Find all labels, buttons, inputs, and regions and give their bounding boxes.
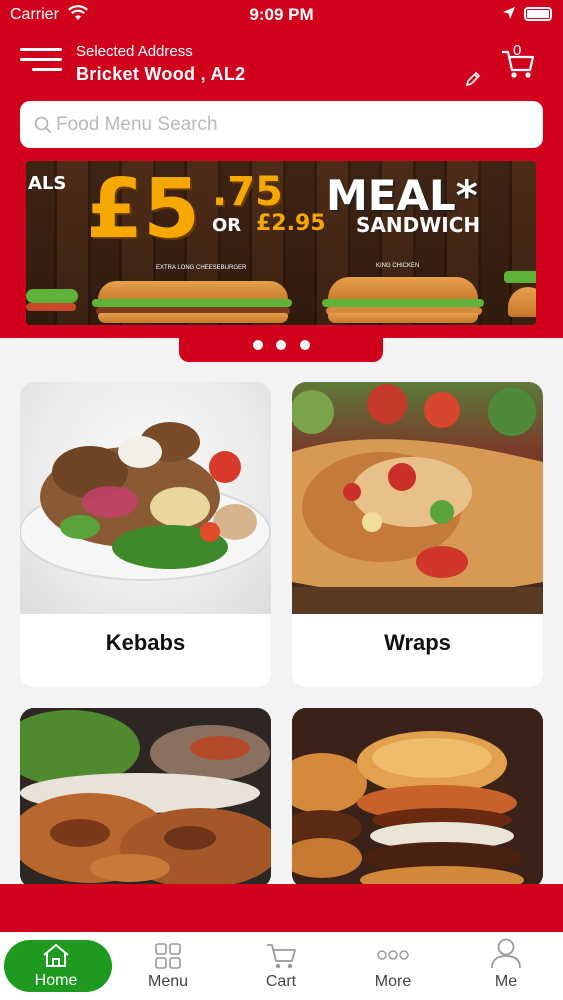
tab-label: More	[374, 973, 412, 990]
bottom-tab-bar: Home Menu Cart More Me	[0, 932, 563, 1000]
cart-count-badge: 0	[513, 42, 522, 59]
category-label: Kebabs	[105, 630, 186, 655]
banner-pager	[179, 330, 383, 362]
home-icon	[43, 943, 69, 967]
address-value[interactable]: Bricket Wood , AL2	[76, 64, 245, 85]
banner-left-text: ALS	[28, 173, 67, 194]
category-label: Wraps	[384, 630, 451, 655]
menu-hamburger-icon[interactable]	[20, 48, 62, 74]
pager-dot[interactable]	[253, 340, 263, 350]
tab-me[interactable]: Me	[450, 932, 562, 1000]
banner-or-text: OR	[212, 215, 242, 236]
banner-price-cents: .75	[212, 169, 283, 215]
pager-dot[interactable]	[276, 340, 286, 350]
banner-caption-left: EXTRA LONG CHEESEBURGER	[156, 265, 247, 271]
footer-red-band	[0, 884, 563, 932]
banner-caption-right: KING CHICKEN	[376, 263, 420, 269]
status-time: 9:09 PM	[249, 5, 314, 24]
status-bar: Carrier 9:09 PM	[0, 0, 563, 30]
tab-home[interactable]: Home	[0, 932, 112, 1000]
category-card-burgers[interactable]	[292, 708, 543, 888]
tab-label: Cart	[265, 973, 297, 990]
kebab-image	[20, 382, 271, 614]
category-card-kebabs[interactable]: Kebabs	[20, 382, 271, 687]
grilled-chicken-image	[20, 708, 271, 888]
promo-banner[interactable]: ALS £5 .75 MEAL* OR £2.95 SANDWICH EXTRA…	[26, 161, 536, 325]
search-icon	[34, 116, 52, 134]
address-label: Selected Address	[76, 43, 193, 60]
tab-label: Menu	[147, 973, 189, 990]
wrap-image	[292, 382, 543, 614]
user-icon	[491, 938, 521, 969]
banner-price: £5	[86, 162, 201, 257]
category-card-wraps[interactable]: Wraps	[292, 382, 543, 687]
tab-label: Home	[34, 972, 78, 989]
cart-icon	[267, 944, 296, 969]
burger-photo-image	[292, 708, 543, 888]
tab-cart[interactable]: Cart	[225, 932, 337, 1000]
search-bar[interactable]	[20, 101, 543, 148]
category-card-grill[interactable]	[20, 708, 271, 888]
pager-dot[interactable]	[300, 340, 310, 350]
edit-pencil-icon[interactable]	[464, 70, 482, 88]
tab-more[interactable]: More	[337, 932, 449, 1000]
banner-sandwich-price: £2.95	[256, 211, 326, 236]
tab-menu[interactable]: Menu	[112, 932, 224, 1000]
header: Carrier 9:09 PM Selected Address Bricket…	[0, 0, 563, 338]
tab-label: Me	[494, 973, 518, 990]
search-input[interactable]	[56, 101, 526, 148]
battery-icon	[524, 7, 552, 21]
grid-icon	[155, 943, 181, 969]
banner-sandwich-text: SANDWICH	[356, 213, 481, 237]
location-arrow-icon	[503, 7, 515, 19]
more-icon	[377, 950, 409, 960]
